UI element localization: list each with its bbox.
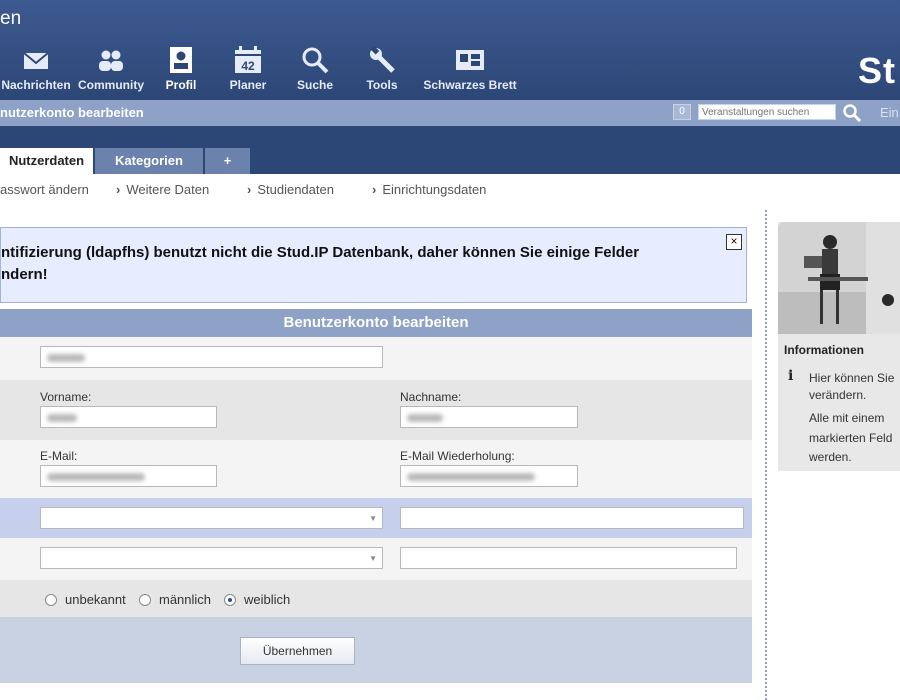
title-front-select[interactable]: ▼ bbox=[40, 507, 383, 529]
sidebar-text-line: verändern. bbox=[809, 388, 867, 402]
search-icon bbox=[302, 47, 329, 74]
form-row-gender: unbekannt männlich weiblich bbox=[0, 580, 752, 617]
app-title: en bbox=[0, 8, 22, 29]
calendar-day: 42 bbox=[241, 59, 255, 73]
info-message-line: ntifizierung (ldapfhs) benutzt nicht die… bbox=[1, 244, 640, 261]
form-title: Benutzerkonto bearbeiten bbox=[0, 309, 752, 337]
redacted-value bbox=[47, 473, 145, 481]
search-icon[interactable] bbox=[842, 103, 862, 123]
studip-logo: St bbox=[858, 50, 896, 91]
nav-label: Nachrichten bbox=[1, 78, 71, 92]
email-label: E-Mail: bbox=[40, 449, 78, 463]
redacted-value bbox=[47, 414, 77, 422]
subnav-passwort[interactable]: asswort ändern bbox=[0, 182, 89, 197]
title-front-custom-field[interactable] bbox=[400, 507, 744, 529]
email-field[interactable] bbox=[40, 465, 217, 487]
title-rear-select[interactable]: ▼ bbox=[40, 547, 383, 569]
sidebar-text-line: werden. bbox=[809, 450, 852, 464]
lastname-field[interactable] bbox=[400, 406, 578, 428]
form-row-title-front: ▼ bbox=[0, 498, 752, 538]
nav-profil[interactable]: Profil bbox=[160, 46, 202, 92]
gender-label: männlich bbox=[159, 592, 212, 607]
sidebar-title: Informationen bbox=[784, 343, 864, 357]
chevron-down-icon: ▼ bbox=[369, 554, 377, 563]
people-icon bbox=[99, 50, 123, 71]
page-title-bar: nutzerkonto bearbeiten 0 Ein bbox=[0, 100, 900, 126]
chevron-down-icon: ▼ bbox=[369, 514, 377, 523]
subnav-einrichtungsdaten[interactable]: › Einrichtungsdaten bbox=[372, 182, 486, 197]
gender-radio-unbekannt[interactable] bbox=[45, 594, 57, 606]
envelope-icon bbox=[23, 52, 49, 69]
gender-label: unbekannt bbox=[65, 592, 126, 607]
tab-nutzerdaten[interactable]: Nutzerdaten bbox=[0, 148, 93, 174]
profile-icon bbox=[170, 47, 192, 73]
nav-label: Community bbox=[78, 78, 144, 92]
top-navigation-bar: en Nachrichten Community Profil 42 Plane… bbox=[0, 0, 900, 100]
nav-planer[interactable]: 42 Planer bbox=[226, 46, 270, 92]
students-photo-icon bbox=[778, 222, 900, 334]
nav-label: Suche bbox=[296, 78, 333, 92]
info-icon: i bbox=[788, 368, 794, 384]
tab-add[interactable]: + bbox=[205, 148, 250, 174]
subnav-label: Einrichtungsdaten bbox=[382, 182, 487, 197]
course-count-badge: 0 bbox=[673, 104, 691, 120]
nav-tools[interactable]: Tools bbox=[362, 46, 402, 92]
nav-community[interactable]: Community bbox=[76, 46, 146, 92]
email-repeat-label: E-Mail Wiederholung: bbox=[400, 449, 515, 463]
title-rear-custom-field[interactable] bbox=[400, 547, 737, 569]
content-divider bbox=[765, 210, 767, 700]
submit-button[interactable]: Übernehmen bbox=[240, 637, 355, 665]
nav-label: Tools bbox=[366, 78, 398, 92]
form-row-email: E-Mail: E-Mail Wiederholung: bbox=[0, 440, 752, 498]
bulletin-board-icon bbox=[456, 50, 484, 70]
firstname-label: Vorname: bbox=[40, 390, 92, 404]
firstname-field[interactable] bbox=[40, 406, 217, 428]
form-footer: Übernehmen bbox=[0, 617, 752, 683]
nav-label: Planer bbox=[229, 78, 267, 92]
tab-kategorien[interactable]: Kategorien bbox=[95, 148, 203, 174]
gender-label: weiblich bbox=[244, 592, 291, 607]
subnav-weitere-daten[interactable]: › Weitere Daten bbox=[116, 182, 209, 197]
form-row-username bbox=[0, 337, 752, 380]
subnav-studiendaten[interactable]: › Studiendaten bbox=[247, 182, 334, 197]
sidebar-text-line: markierten Feld bbox=[809, 431, 893, 445]
chevron-right-icon: › bbox=[116, 182, 121, 197]
gender-radio-maennlich[interactable] bbox=[139, 594, 151, 606]
nav-schwarzes-brett[interactable]: Schwarzes Brett bbox=[418, 46, 522, 92]
form-row-title-rear: ▼ bbox=[0, 538, 752, 580]
tab-bar: Nutzerdaten Kategorien + bbox=[0, 126, 900, 174]
sidebar-text-line: Alle mit einem bbox=[809, 411, 885, 425]
subnav-label: asswort ändern bbox=[0, 182, 89, 197]
info-message-line: ndern! bbox=[1, 266, 48, 283]
nav-label: Profil bbox=[165, 78, 197, 92]
nav-label: Schwarzes Brett bbox=[423, 78, 517, 92]
nav-nachrichten[interactable]: Nachrichten bbox=[0, 46, 72, 92]
page-title: nutzerkonto bearbeiten bbox=[0, 105, 144, 120]
wrench-icon bbox=[370, 46, 395, 73]
redacted-value bbox=[407, 414, 443, 422]
email-repeat-field[interactable] bbox=[400, 465, 578, 487]
form-row-name: Vorname: Nachname: bbox=[0, 380, 752, 440]
sidebar-text-line: Hier können Sie bbox=[809, 371, 895, 385]
chevron-right-icon: › bbox=[247, 182, 252, 197]
close-icon[interactable]: × bbox=[726, 234, 742, 250]
login-link[interactable]: Ein bbox=[880, 105, 899, 120]
chevron-right-icon: › bbox=[372, 182, 377, 197]
info-message-box: ntifizierung (ldapfhs) benutzt nicht die… bbox=[0, 227, 747, 303]
username-field[interactable] bbox=[40, 346, 383, 368]
subnav-label: Weitere Daten bbox=[126, 182, 210, 197]
info-message-text: ntifizierung (ldapfhs) benutzt nicht die… bbox=[1, 242, 721, 286]
info-sidebar: Informationen i Hier können Sie veränder… bbox=[778, 222, 900, 471]
subnav-label: Studiendaten bbox=[257, 182, 334, 197]
nav-suche[interactable]: Suche bbox=[292, 46, 338, 92]
calendar-icon: 42 bbox=[235, 46, 261, 73]
course-search-input[interactable] bbox=[698, 104, 836, 120]
sidebar-photo bbox=[778, 222, 900, 334]
gender-radio-weiblich[interactable] bbox=[224, 594, 236, 606]
lastname-label: Nachname: bbox=[400, 390, 462, 404]
redacted-value bbox=[47, 354, 85, 362]
redacted-value bbox=[407, 473, 535, 481]
